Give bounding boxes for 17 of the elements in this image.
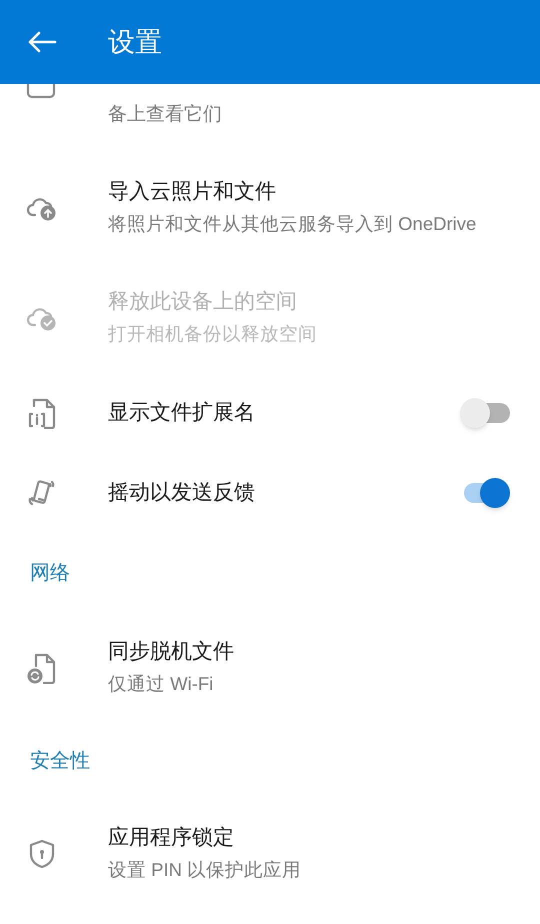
item-title: 导入云照片和文件 bbox=[108, 179, 277, 205]
settings-item[interactable]: 应用程序锁定 设置 PIN 以保护此应用 bbox=[0, 799, 540, 909]
item-subtitle: 设置 PIN 以保护此应用 bbox=[108, 858, 302, 882]
item-title: 释放此设备上的空间 bbox=[108, 289, 298, 315]
item-title: 显示文件扩展名 bbox=[108, 400, 256, 426]
page-title: 设置 bbox=[108, 26, 162, 59]
item-subtitle: 仅通过 Wi-Fi bbox=[108, 672, 214, 696]
item-title: 摇动以发送反馈 bbox=[108, 480, 256, 506]
settings-item[interactable]: 同步脱机文件 仅通过 Wi-Fi bbox=[0, 613, 540, 723]
item-subtitle: 将照片和文件从其他云服务导入到 OneDrive bbox=[108, 212, 476, 236]
section-header: 安全性 bbox=[30, 749, 90, 774]
item-description: 备上查看它们 bbox=[108, 103, 223, 127]
item-title: 应用程序锁定 bbox=[108, 825, 235, 851]
item-subtitle: 打开相机备份以释放空间 bbox=[108, 322, 317, 346]
section-header: 网络 bbox=[30, 561, 70, 586]
item-title: 同步脱机文件 bbox=[108, 639, 234, 665]
settings-item[interactable]: 导入云照片和文件 将照片和文件从其他云服务导入到 OneDrive bbox=[0, 153, 540, 263]
